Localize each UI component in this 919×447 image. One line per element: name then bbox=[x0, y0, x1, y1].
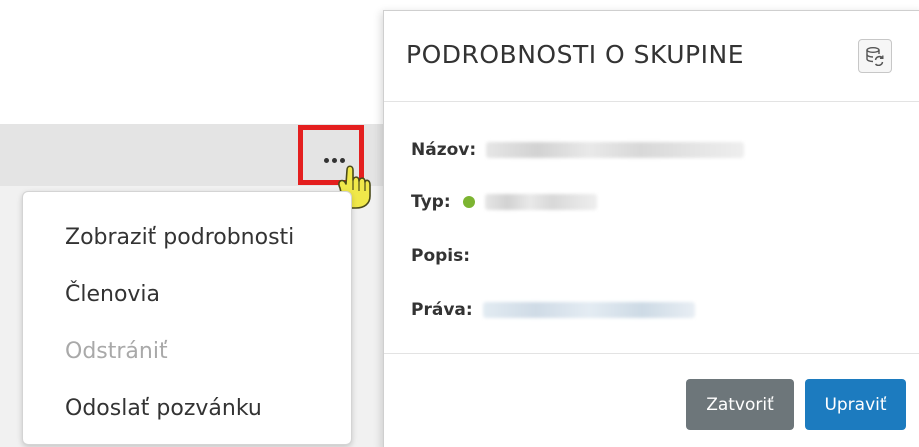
detail-row-type: Typ: bbox=[411, 189, 597, 215]
name-value-redacted bbox=[486, 142, 745, 158]
modal-footer: Zatvoriť Upraviť bbox=[384, 353, 919, 447]
screen: Zobraziť podrobnosti Členovia Odstrániť … bbox=[0, 0, 919, 447]
modal-title: PODROBNOSTI O SKUPINE bbox=[406, 40, 745, 69]
status-dot-icon bbox=[462, 196, 475, 208]
menu-item-show-details[interactable]: Zobraziť podrobnosti bbox=[23, 216, 351, 273]
description-label: Popis: bbox=[411, 246, 471, 266]
database-refresh-icon bbox=[866, 47, 884, 66]
menu-item-delete: Odstrániť bbox=[65, 339, 168, 364]
edit-button[interactable]: Upraviť bbox=[805, 379, 906, 430]
group-details-modal: PODROBNOSTI O SKUPINE Názov: Typ: Popis:… bbox=[383, 10, 919, 447]
row-context-menu: Zobraziť podrobnosti Členovia Odstrániť … bbox=[22, 191, 352, 445]
detail-row-name: Názov: bbox=[411, 137, 745, 163]
refresh-button[interactable] bbox=[858, 39, 892, 73]
type-value-redacted bbox=[484, 194, 597, 210]
menu-item-send-invitation[interactable]: Odoslať pozvánku bbox=[23, 387, 351, 444]
close-button[interactable]: Zatvoriť bbox=[686, 379, 794, 430]
type-label: Typ: bbox=[411, 192, 451, 212]
rights-label: Práva: bbox=[411, 300, 473, 320]
menu-item-members[interactable]: Členovia bbox=[23, 273, 351, 330]
name-label: Názov: bbox=[411, 140, 477, 160]
dot-icon bbox=[323, 157, 329, 163]
rights-value-redacted bbox=[482, 302, 695, 318]
detail-row-description: Popis: bbox=[411, 243, 470, 269]
detail-row-rights: Práva: bbox=[411, 297, 695, 323]
modal-header: PODROBNOSTI O SKUPINE bbox=[384, 11, 919, 102]
